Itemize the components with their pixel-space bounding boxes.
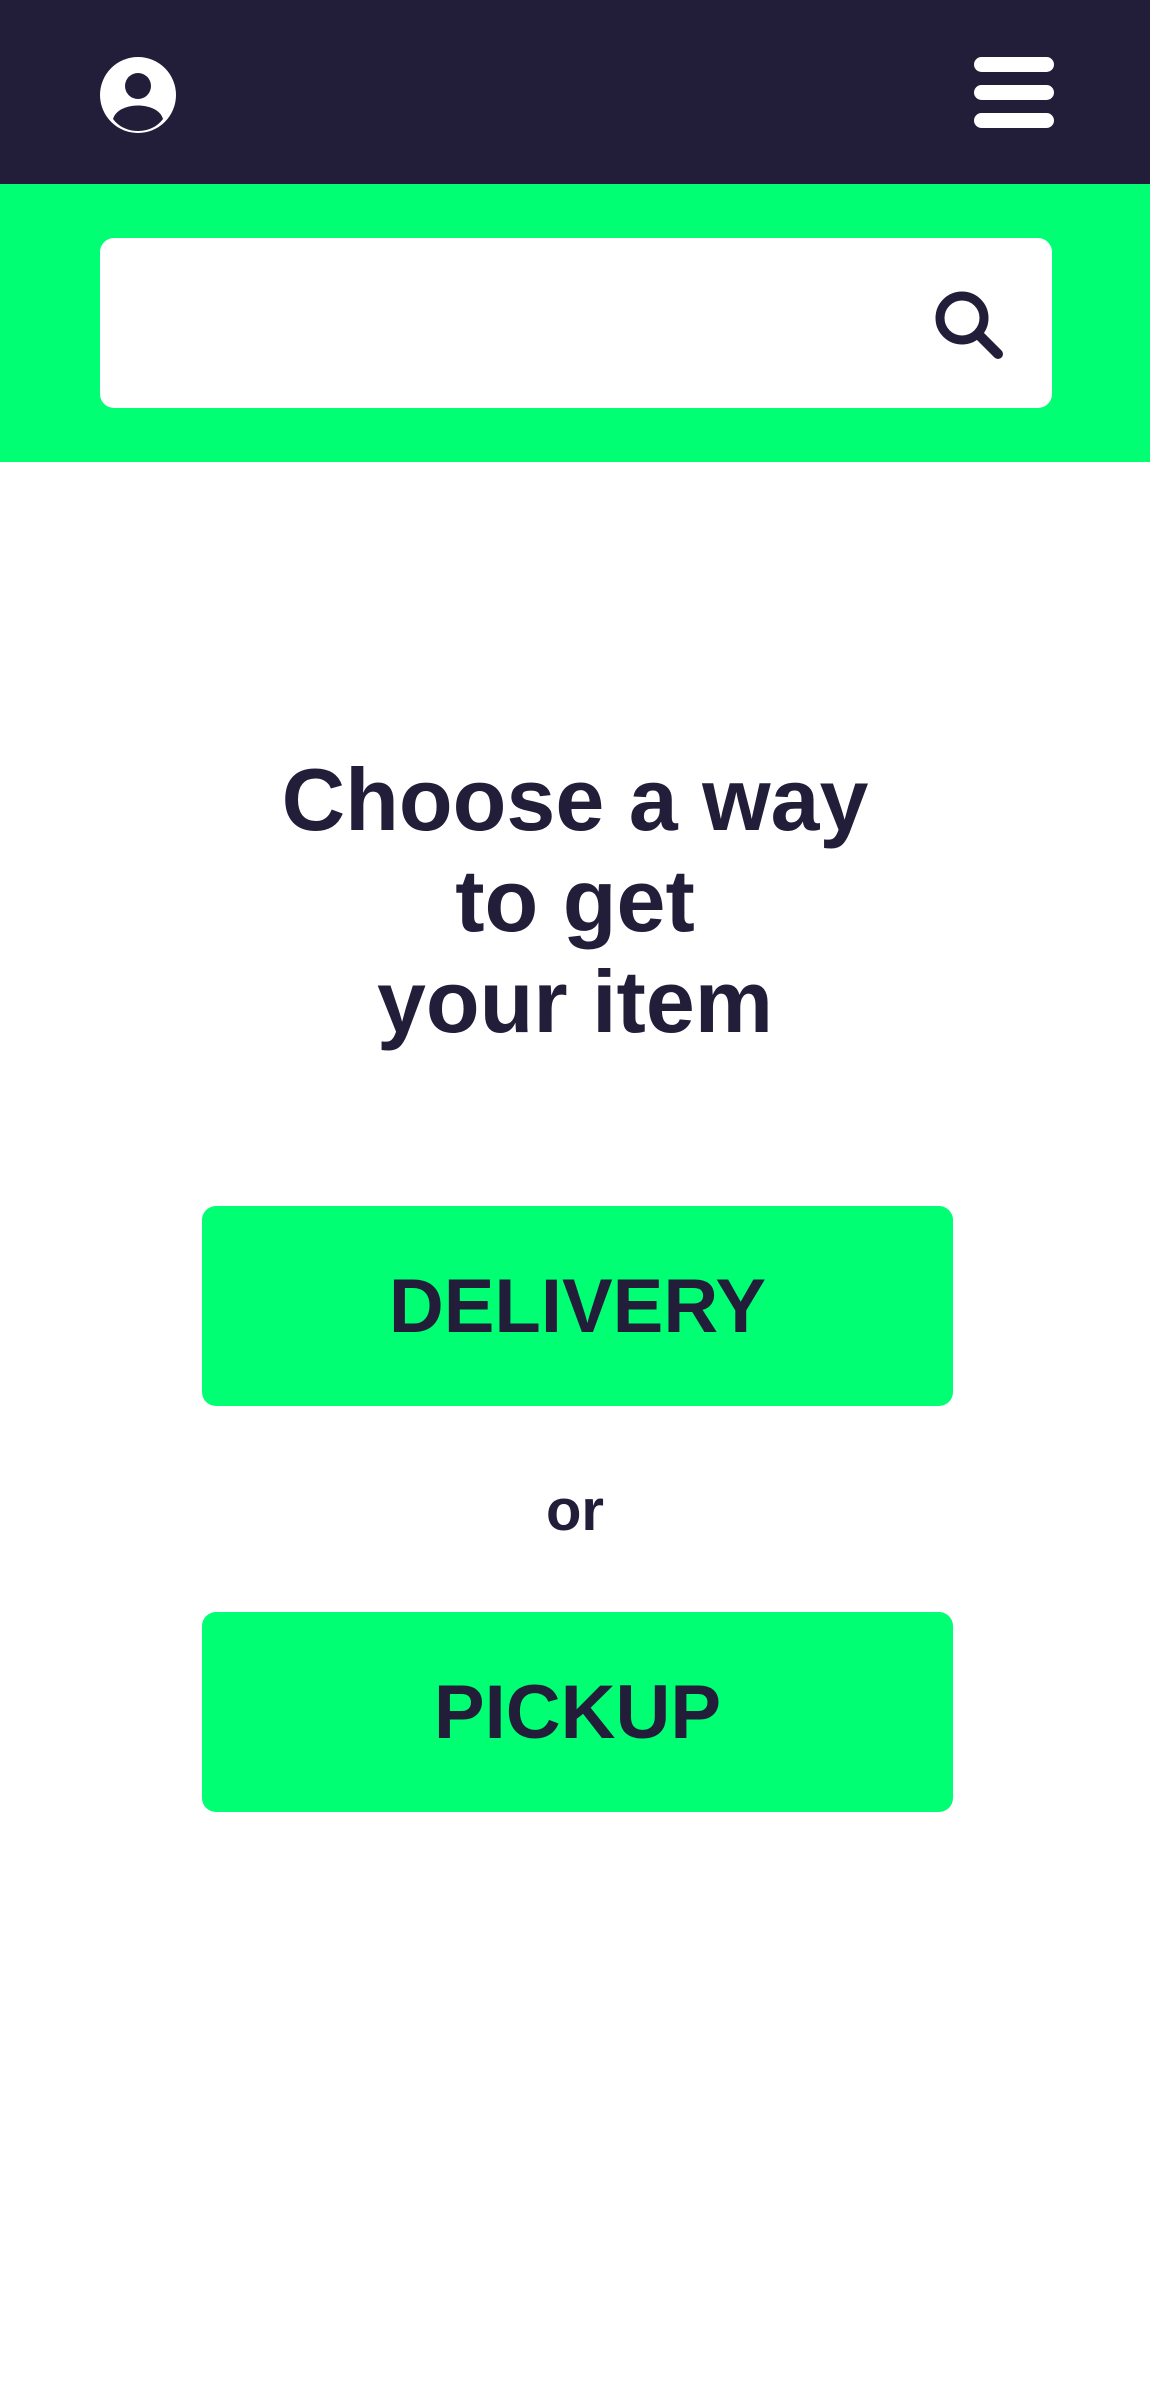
top-bar: [0, 0, 1150, 184]
pickup-button-label: PICKUP: [433, 1669, 722, 1755]
hamburger-menu-icon[interactable]: [974, 55, 1054, 131]
or-separator: or: [546, 1478, 604, 1543]
search-icon[interactable]: [932, 288, 1010, 366]
search-box: [100, 238, 1052, 408]
heading-line: your item: [376, 951, 774, 1051]
pickup-button[interactable]: PICKUP: [202, 1612, 953, 1812]
heading-line: to get: [455, 850, 695, 950]
delivery-button[interactable]: DELIVERY: [202, 1206, 953, 1406]
delivery-button-label: DELIVERY: [388, 1263, 767, 1349]
search-band: [0, 184, 1150, 462]
heading-line: Choose a way: [281, 749, 869, 849]
user-avatar-icon[interactable]: [100, 57, 176, 133]
page-heading: Choose a way to get your item: [0, 749, 1150, 1052]
search-input[interactable]: [130, 278, 910, 368]
